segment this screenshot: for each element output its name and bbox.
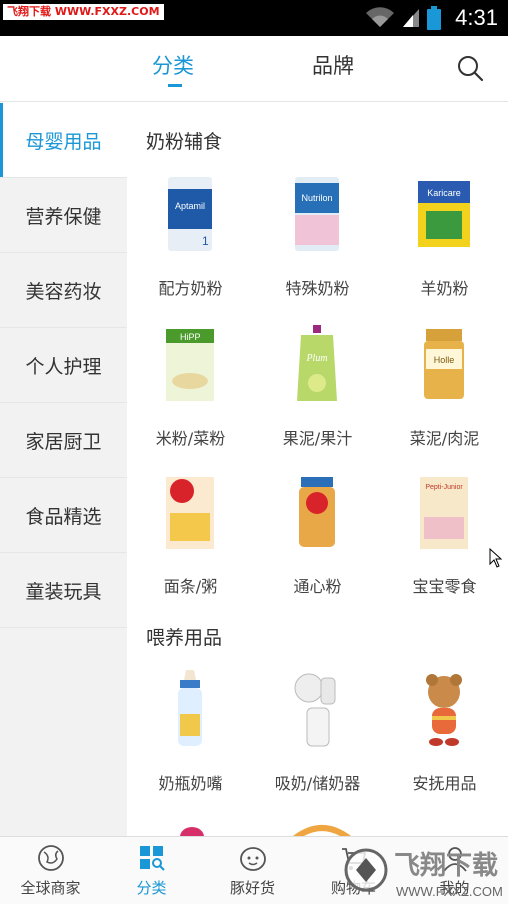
svg-text:Karicare: Karicare — [427, 188, 461, 198]
category-label: 特殊奶粉 — [285, 279, 350, 298]
category-label: 通心粉 — [293, 577, 342, 596]
category-cell[interactable]: Pepti-Junior 宝宝零食 — [381, 473, 508, 613]
svg-text:Plum: Plum — [305, 353, 327, 364]
category-label: 宝宝零食 — [412, 577, 477, 596]
category-label: 面条/粥 — [163, 577, 218, 596]
category-cell[interactable]: 奶瓶奶嘴 — [127, 670, 254, 810]
category-cell[interactable]: 面条/粥 — [127, 473, 254, 613]
nav-good-goods[interactable]: 豚好货 — [202, 837, 303, 905]
svg-text:1: 1 — [202, 234, 209, 248]
category-cell[interactable]: 通心粉 — [254, 473, 381, 613]
mouse-cursor-icon — [489, 548, 503, 568]
category-label: 奶瓶奶嘴 — [158, 774, 223, 793]
category-label: 羊奶粉 — [420, 279, 469, 298]
category-content: 奶粉辅食 Aptamil 1 配方奶粉 Nutrilon 特殊奶粉 Karica… — [127, 103, 508, 836]
fruit-pouch-image: Plum — [297, 325, 337, 401]
svg-text:Holle: Holle — [434, 355, 455, 365]
category-cell[interactable]: 安抚用品 — [381, 670, 508, 810]
category-cell[interactable]: Aptamil 1 配方奶粉 — [127, 175, 254, 315]
category-label: 安抚用品 — [412, 774, 477, 793]
section-title-feeding: 喂养用品 — [146, 627, 223, 649]
watermark-logo: 飞翔下载 WWW.FXXZ.COM — [344, 848, 503, 899]
tab-category[interactable]: 分类 — [152, 50, 194, 80]
svg-text:Pepti-Junior: Pepti-Junior — [425, 484, 463, 491]
sidebar-item-home-kitchen[interactable]: 家居厨卫 — [0, 403, 127, 478]
globe-icon — [38, 845, 64, 871]
section-title-milk-food: 奶粉辅食 — [146, 131, 223, 153]
formula-can-image: Aptamil 1 — [168, 177, 212, 251]
category-cell[interactable]: 吸奶/储奶器 — [254, 670, 381, 810]
status-bar: 飞翔下载 WWW.FXXZ.COM 4:31 — [0, 0, 508, 36]
face-icon — [240, 847, 266, 871]
sidebar-item-kids-toys[interactable]: 童装玩具 — [0, 553, 127, 628]
svg-text:飞翔下载: 飞翔下载 — [394, 851, 498, 881]
rice-cereal-box-image: HiPP — [166, 329, 214, 401]
clock: 4:31 — [455, 5, 498, 30]
category-cell[interactable]: Nutrilon 特殊奶粉 — [254, 175, 381, 315]
signal-icon — [403, 9, 420, 27]
sidebar-item-beauty[interactable]: 美容药妆 — [0, 253, 127, 328]
sidebar-item-personal-care[interactable]: 个人护理 — [0, 328, 127, 403]
category-cell[interactable]: Karicare 羊奶粉 — [381, 175, 508, 315]
svg-text:WWW.FXXZ.COM: WWW.FXXZ.COM — [396, 884, 503, 899]
top-bar: 分类 品牌 — [0, 36, 508, 102]
baby-bottle-image — [178, 670, 202, 746]
goat-milk-box-image: Karicare — [418, 181, 470, 247]
category-label: 米粉/菜粉 — [155, 429, 226, 448]
category-label: 果泥/果汁 — [282, 429, 353, 448]
battery-icon — [427, 6, 442, 30]
grid-search-icon — [140, 846, 165, 871]
sidebar-item-maternal-baby[interactable]: 母婴用品 — [0, 103, 127, 178]
partial-product-image — [180, 827, 204, 836]
category-cell[interactable]: Holle 菜泥/肉泥 — [381, 325, 508, 465]
wifi-icon — [366, 7, 395, 27]
category-label: 配方奶粉 — [158, 279, 223, 298]
category-label: 吸奶/储奶器 — [274, 774, 361, 793]
category-cell[interactable]: Plum 果泥/果汁 — [254, 325, 381, 465]
category-label: 菜泥/肉泥 — [409, 429, 480, 448]
sidebar-item-food[interactable]: 食品精选 — [0, 478, 127, 553]
svg-text:HiPP: HiPP — [180, 332, 201, 342]
special-formula-can-image: Nutrilon — [295, 177, 339, 251]
baby-snack-box-image: Pepti-Junior — [420, 477, 468, 549]
nav-category[interactable]: 分类 — [101, 837, 202, 905]
plush-toy-image — [426, 674, 462, 746]
tab-brand[interactable]: 品牌 — [312, 50, 354, 80]
search-icon[interactable] — [456, 54, 484, 82]
sidebar-item-nutrition[interactable]: 营养保健 — [0, 178, 127, 253]
svg-text:Nutrilon: Nutrilon — [301, 193, 332, 203]
watermark-badge: 飞翔下载 WWW.FXXZ.COM — [3, 4, 164, 20]
category-cell[interactable]: HiPP 米粉/菜粉 — [127, 325, 254, 465]
tab-indicator — [168, 84, 182, 87]
noodle-box-image — [166, 477, 214, 549]
nav-global-merchants[interactable]: 全球商家 — [0, 837, 101, 905]
macaroni-jar-image — [299, 477, 335, 547]
puree-jar-image: Holle — [424, 329, 464, 399]
partial-product-image — [293, 825, 351, 836]
breast-pump-image — [294, 673, 336, 747]
svg-text:Aptamil: Aptamil — [175, 201, 205, 211]
category-sidebar: 母婴用品 营养保健 美容药妆 个人护理 家居厨卫 食品精选 童装玩具 — [0, 103, 127, 836]
